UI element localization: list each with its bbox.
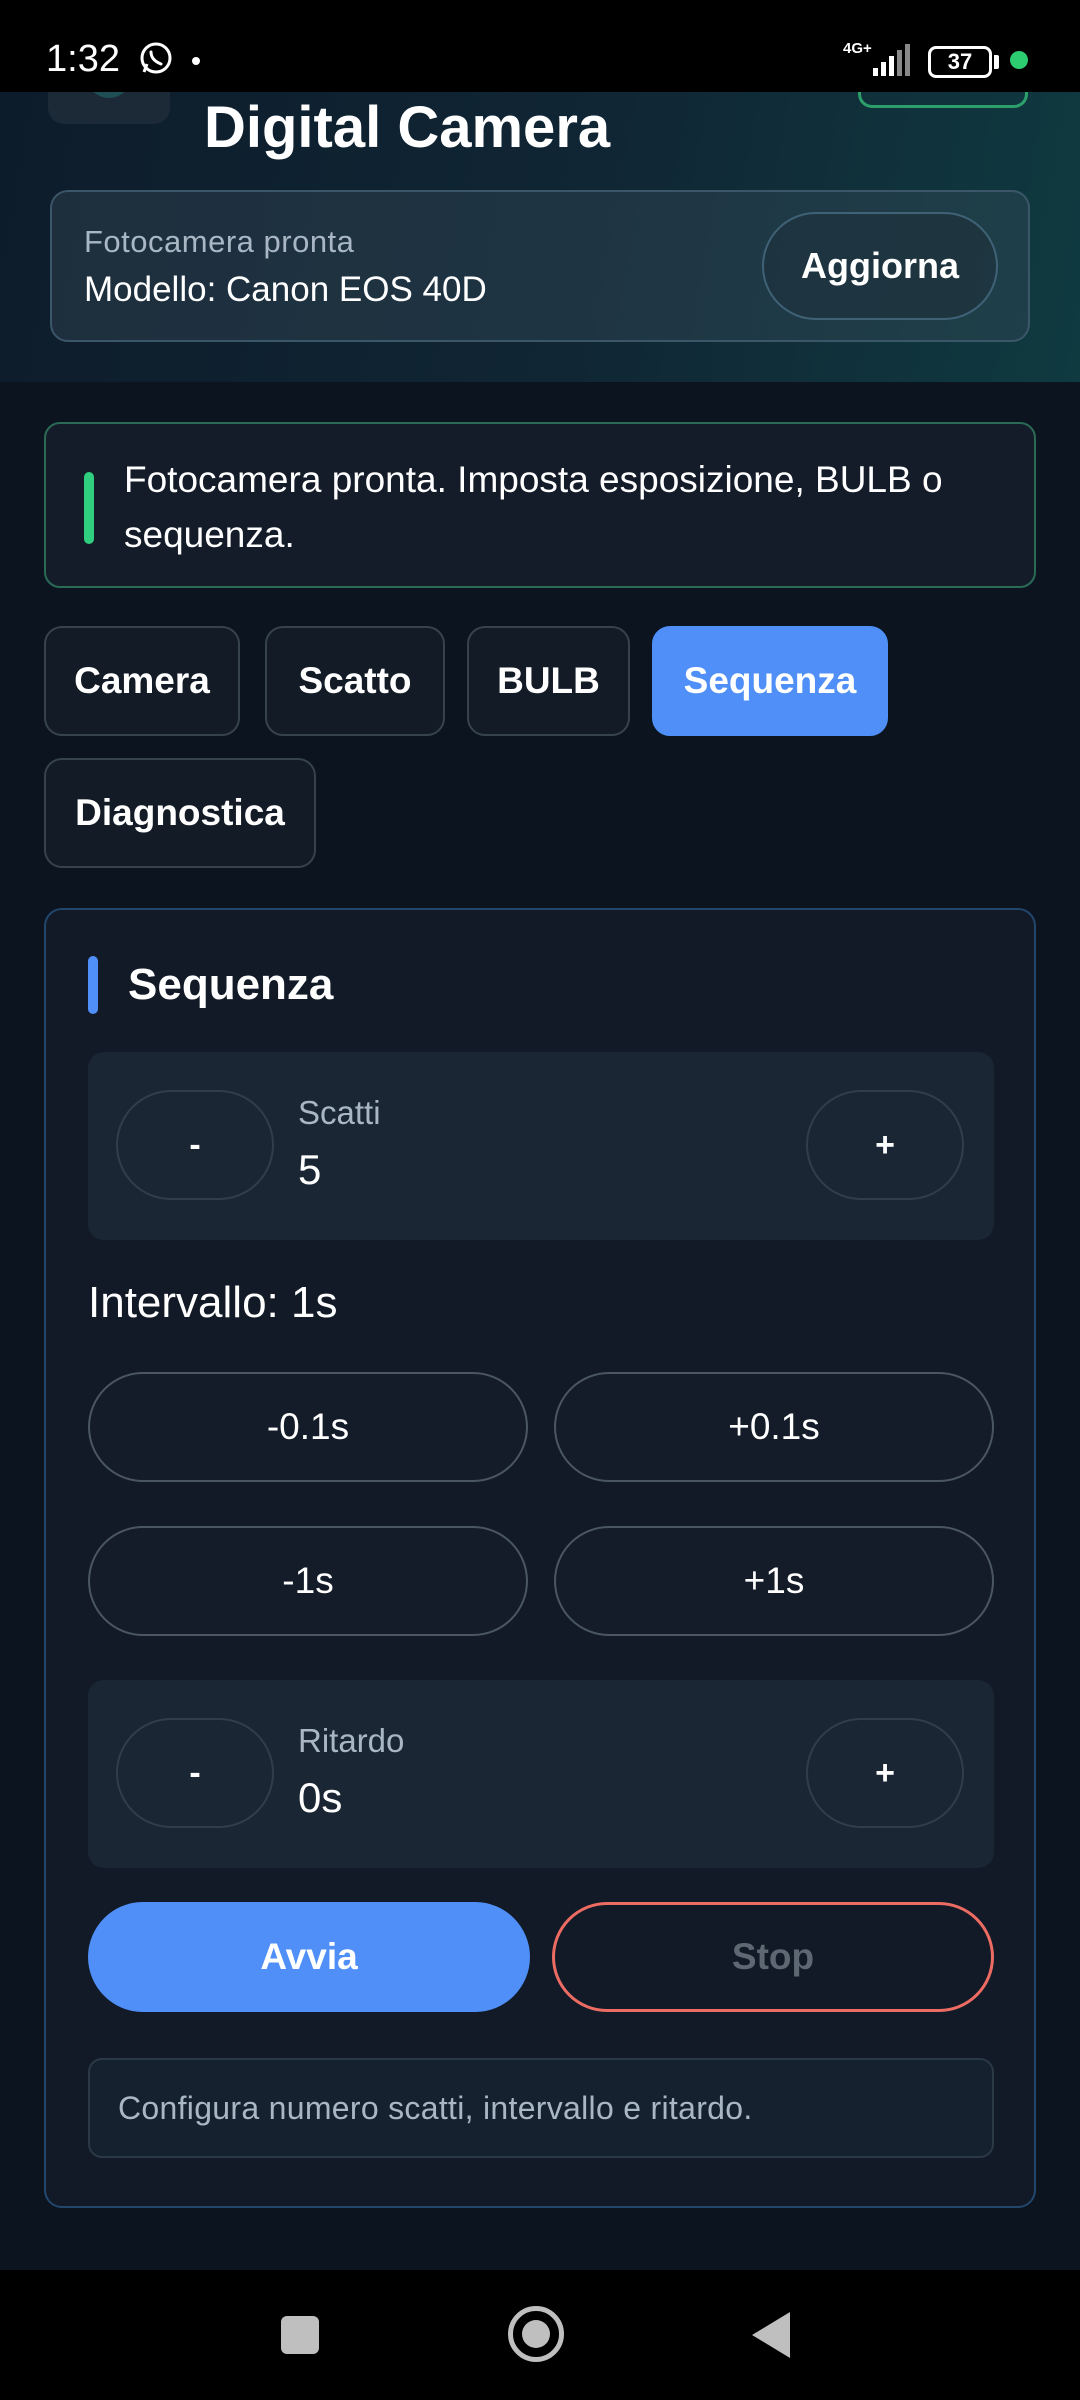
stop-button[interactable]: Stop [552, 1902, 994, 2012]
notification-dot-icon [192, 57, 200, 65]
shots-label: Scatti [298, 1094, 381, 1131]
camera-model-text: Modello: Canon EOS 40D [84, 270, 487, 309]
camera-status-card: Fotocamera pronta Modello: Canon EOS 40D… [50, 190, 1030, 342]
interval-minus-second-button[interactable]: -1s [88, 1526, 528, 1636]
recents-icon[interactable] [281, 2316, 319, 2354]
tab-camera[interactable]: Camera [44, 626, 240, 736]
panel-accent-bar [88, 956, 98, 1014]
interval-label: Intervallo: 1s [88, 1278, 338, 1327]
sequence-panel: Sequenza - Scatti 5 + Intervallo: 1s -0.… [44, 908, 1036, 2208]
panel-title: Sequenza [128, 960, 334, 1009]
delay-label: Ritardo [298, 1722, 405, 1759]
tab-bulb[interactable]: BULB [467, 626, 630, 736]
interval-plus-second-button[interactable]: +1s [554, 1526, 994, 1636]
banner-text: Fotocamera pronta. Imposta esposizione, … [124, 459, 943, 555]
shots-stepper: - Scatti 5 + [88, 1052, 994, 1240]
battery-nub [994, 55, 999, 69]
header-action-button[interactable] [858, 92, 1028, 108]
refresh-button[interactable]: Aggiorna [762, 212, 998, 320]
tab-diagnostica[interactable]: Diagnostica [44, 758, 316, 868]
interval-plus-tenth-button[interactable]: +0.1s [554, 1372, 994, 1482]
shots-decrement-button[interactable]: - [116, 1090, 274, 1200]
system-nav-bar [0, 2270, 1080, 2400]
shots-value: 5 [298, 1146, 322, 1193]
back-icon[interactable] [752, 2312, 790, 2358]
start-button[interactable]: Avvia [88, 1902, 530, 2012]
delay-stepper: - Ritardo 0s + [88, 1680, 994, 1868]
home-icon[interactable] [508, 2306, 564, 2362]
banner-accent-bar [84, 472, 94, 544]
tab-scatto[interactable]: Scatto [265, 626, 445, 736]
hint-text: Configura numero scatti, intervallo e ri… [88, 2058, 994, 2158]
battery-icon: 37 [928, 46, 992, 78]
camera-status-label: Fotocamera pronta [84, 224, 355, 259]
app-logo [48, 92, 170, 124]
whatsapp-icon [140, 42, 172, 74]
info-banner: Fotocamera pronta. Imposta esposizione, … [44, 422, 1036, 588]
tab-sequenza[interactable]: Sequenza [652, 626, 888, 736]
delay-decrement-button[interactable]: - [116, 1718, 274, 1828]
shots-increment-button[interactable]: + [806, 1090, 964, 1200]
delay-value: 0s [298, 1774, 343, 1821]
delay-increment-button[interactable]: + [806, 1718, 964, 1828]
status-bar: 1:32 4G+ 37 [0, 0, 1080, 92]
interval-minus-tenth-button[interactable]: -0.1s [88, 1372, 528, 1482]
app-screen: Digital Camera Fotocamera pronta Modello… [0, 92, 1080, 2270]
privacy-indicator-icon [1010, 51, 1028, 69]
status-time: 1:32 [46, 38, 120, 80]
signal-icon: 4G+ [843, 40, 915, 80]
app-header: Digital Camera Fotocamera pronta Modello… [0, 92, 1080, 382]
app-title: Digital Camera [204, 95, 611, 160]
